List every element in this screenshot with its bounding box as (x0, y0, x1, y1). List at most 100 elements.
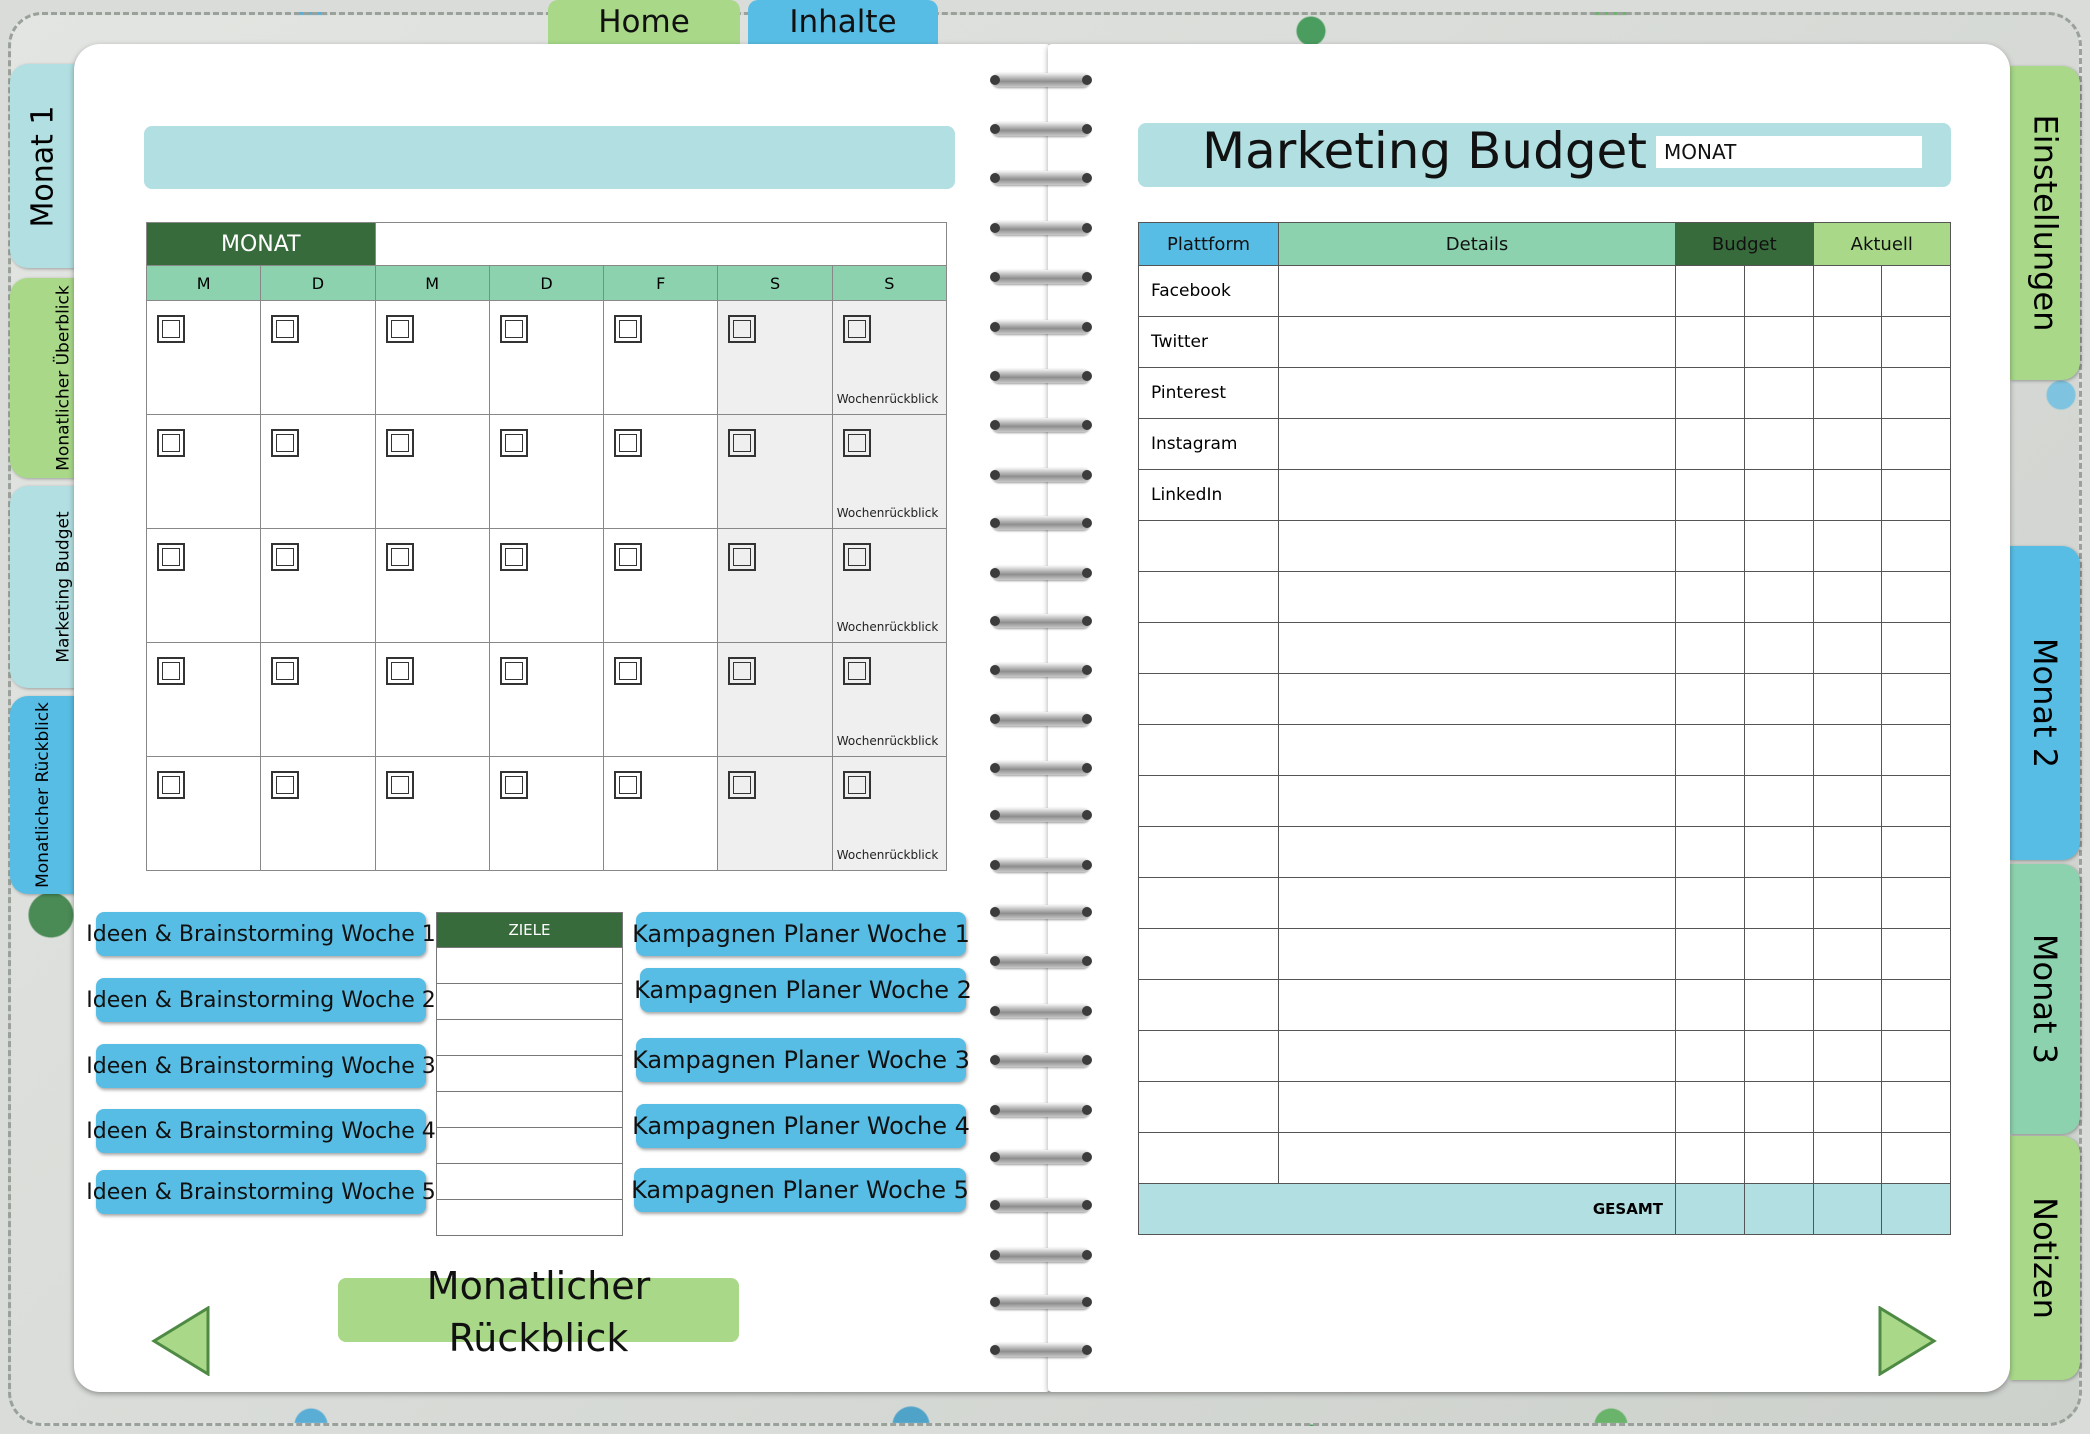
monthly-review-label[interactable]: Monatlicher Rückblick (338, 1260, 739, 1364)
campaign-week-button[interactable]: Kampagnen Planer Woche 5 (631, 1168, 969, 1212)
checkbox[interactable] (728, 657, 757, 685)
checkbox[interactable] (499, 315, 528, 343)
actual-cell[interactable] (1812, 367, 1883, 419)
actual-cell-2[interactable] (1881, 469, 1951, 521)
actual-cell-2[interactable] (1881, 877, 1951, 929)
calendar-day-cell[interactable] (374, 528, 490, 643)
budget-cell-2[interactable] (1743, 520, 1814, 572)
actual-cell[interactable] (1812, 928, 1883, 980)
calendar-day-cell[interactable] (717, 756, 833, 871)
checkbox[interactable] (842, 771, 871, 799)
actual-cell[interactable] (1812, 775, 1883, 827)
checkbox[interactable] (842, 429, 871, 457)
budget-cell-2[interactable] (1743, 265, 1814, 317)
platform-cell[interactable] (1138, 520, 1279, 572)
actual-cell-2[interactable] (1881, 265, 1951, 317)
campaign-week-button[interactable]: Kampagnen Planer Woche 4 (632, 1104, 970, 1148)
checkbox[interactable] (499, 543, 528, 571)
actual-cell-2[interactable] (1881, 724, 1951, 776)
budget-cell[interactable] (1675, 979, 1745, 1031)
platform-cell[interactable] (1138, 826, 1279, 878)
calendar-day-cell[interactable] (260, 756, 376, 871)
checkbox[interactable] (499, 771, 528, 799)
campaign-week-button[interactable]: Kampagnen Planer Woche 2 (634, 968, 972, 1012)
calendar-day-cell[interactable] (374, 414, 490, 529)
actual-cell-2[interactable] (1881, 775, 1951, 827)
checkbox[interactable] (385, 315, 414, 343)
checkbox[interactable] (728, 543, 757, 571)
actual-cell-2[interactable] (1881, 418, 1951, 470)
ideas-week-button[interactable]: Ideen & Brainstorming Woche 1 (86, 912, 436, 956)
budget-cell-2[interactable] (1743, 724, 1814, 776)
tab-home[interactable]: Home (548, 0, 740, 44)
checkbox[interactable] (385, 771, 414, 799)
checkbox[interactable] (728, 429, 757, 457)
budget-cell-2[interactable] (1743, 1132, 1814, 1184)
calendar-day-cell[interactable]: Wochenrückblick (831, 642, 948, 757)
budget-cell[interactable] (1675, 571, 1745, 623)
calendar-day-cell[interactable] (603, 528, 719, 643)
budget-cell-2[interactable] (1743, 775, 1814, 827)
actual-cell-2[interactable] (1881, 571, 1951, 623)
actual-cell-2[interactable] (1881, 316, 1951, 368)
checkbox[interactable] (157, 315, 185, 343)
checkbox[interactable] (271, 429, 300, 457)
total-actual-cell[interactable] (1812, 1183, 1883, 1235)
budget-cell[interactable] (1675, 1030, 1745, 1082)
checkbox[interactable] (842, 543, 871, 571)
checkbox[interactable] (614, 771, 643, 799)
actual-cell-2[interactable] (1881, 928, 1951, 980)
goal-row[interactable] (436, 1055, 623, 1092)
platform-cell[interactable] (1138, 1030, 1279, 1082)
calendar-month-field[interactable] (374, 222, 948, 266)
actual-cell-2[interactable] (1881, 520, 1951, 572)
details-cell[interactable] (1278, 571, 1676, 623)
calendar-day-cell[interactable] (717, 642, 833, 757)
actual-cell[interactable] (1812, 877, 1883, 929)
actual-cell[interactable] (1812, 673, 1883, 725)
actual-cell-2[interactable] (1881, 1132, 1951, 1184)
calendar-day-cell[interactable] (260, 642, 376, 757)
details-cell[interactable] (1278, 673, 1676, 725)
goal-row[interactable] (436, 1163, 623, 1200)
checkbox[interactable] (157, 657, 185, 685)
budget-cell[interactable] (1675, 1081, 1745, 1133)
details-cell[interactable] (1278, 979, 1676, 1031)
budget-cell[interactable] (1675, 826, 1745, 878)
calendar-day-cell[interactable] (717, 414, 833, 529)
calendar-day-cell[interactable]: Wochenrückblick (831, 528, 948, 643)
budget-cell-2[interactable] (1743, 316, 1814, 368)
platform-cell[interactable]: Facebook (1138, 265, 1279, 317)
calendar-day-cell[interactable] (260, 300, 376, 415)
actual-cell[interactable] (1812, 826, 1883, 878)
actual-cell-2[interactable] (1881, 826, 1951, 878)
total-actual-cell-2[interactable] (1881, 1183, 1951, 1235)
ideas-week-button[interactable]: Ideen & Brainstorming Woche 2 (86, 978, 436, 1022)
checkbox[interactable] (614, 543, 643, 571)
platform-cell[interactable] (1138, 673, 1279, 725)
actual-cell[interactable] (1812, 1132, 1883, 1184)
budget-cell-2[interactable] (1743, 571, 1814, 623)
actual-cell[interactable] (1812, 418, 1883, 470)
calendar-day-cell[interactable] (374, 642, 490, 757)
calendar-day-cell[interactable] (260, 528, 376, 643)
platform-cell[interactable] (1138, 1081, 1279, 1133)
platform-cell[interactable] (1138, 979, 1279, 1031)
details-cell[interactable] (1278, 1081, 1676, 1133)
tab-einstellungen[interactable]: Einstellungen (2010, 66, 2080, 380)
details-cell[interactable] (1278, 775, 1676, 827)
ideas-week-button[interactable]: Ideen & Brainstorming Woche 5 (86, 1170, 436, 1214)
platform-cell[interactable]: Instagram (1138, 418, 1279, 470)
calendar-day-cell[interactable] (145, 528, 262, 643)
week-review-link[interactable]: Wochenrückblick (837, 620, 939, 634)
campaign-week-button[interactable]: Kampagnen Planer Woche 1 (632, 912, 970, 956)
details-cell[interactable] (1278, 877, 1676, 929)
tab-inhalte[interactable]: Inhalte (748, 0, 938, 44)
actual-cell[interactable] (1812, 520, 1883, 572)
actual-cell[interactable] (1812, 622, 1883, 674)
budget-cell[interactable] (1675, 673, 1745, 725)
budget-cell-2[interactable] (1743, 367, 1814, 419)
actual-cell[interactable] (1812, 724, 1883, 776)
calendar-day-cell[interactable] (717, 300, 833, 415)
details-cell[interactable] (1278, 724, 1676, 776)
